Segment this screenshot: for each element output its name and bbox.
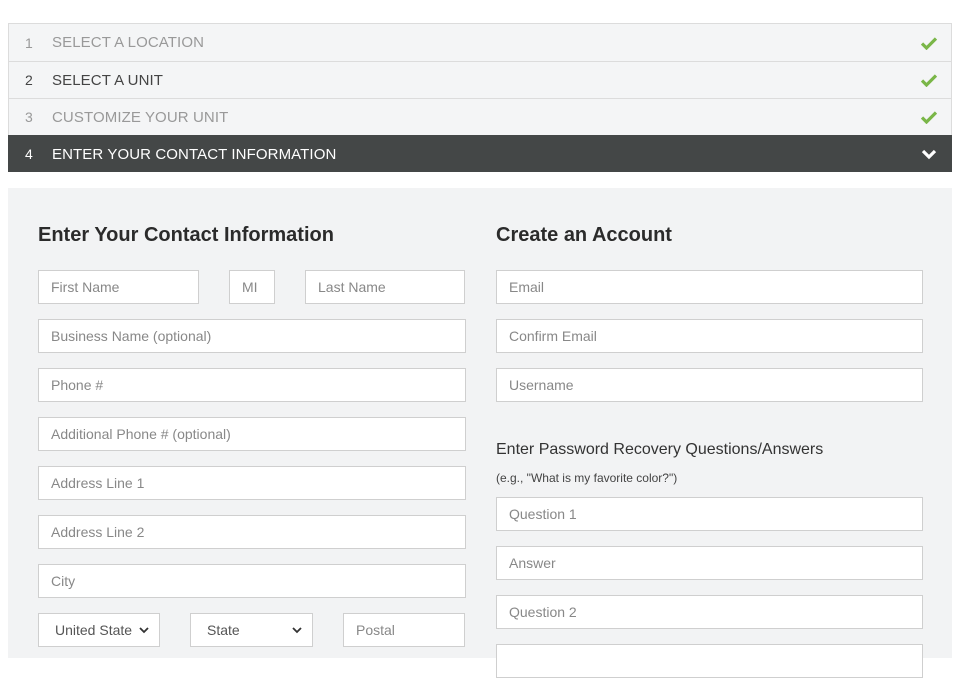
state-select-value: State [207,622,240,638]
chevron-down-icon [139,626,149,633]
confirm-email-input[interactable]: Confirm Email [496,319,923,353]
address-line-1-input[interactable]: Address Line 1 [38,466,466,500]
step-label: SELECT A LOCATION [52,34,205,51]
contact-form-panel: Enter Your Contact Information First Nam… [8,188,952,678]
question-1-input[interactable]: Question 1 [496,497,923,531]
step-label: SELECT A UNIT [52,71,164,89]
first-name-input[interactable]: First Name [38,270,199,304]
chevron-down-icon [292,626,302,633]
chevron-down-icon [921,149,937,160]
last-name-input[interactable]: Last Name [305,270,465,304]
step-select-location[interactable]: 1 SELECT A LOCATION [8,23,952,61]
check-icon [921,111,937,124]
city-input[interactable]: City [38,564,466,598]
additional-phone-input[interactable]: Additional Phone # (optional) [38,417,466,451]
question-2-input[interactable]: Question 2 [496,595,923,629]
business-name-input[interactable]: Business Name (optional) [38,319,466,353]
country-select-value: United State [55,622,133,638]
step-select-unit[interactable]: 2 SELECT A UNIT [8,61,952,98]
country-select[interactable]: United State [38,613,160,647]
step-label: ENTER YOUR CONTACT INFORMATION [52,145,337,163]
middle-initial-input[interactable]: MI [229,270,275,304]
check-icon [921,36,937,50]
step-label: CUSTOMIZE YOUR UNIT [52,108,229,126]
answer-2-input[interactable] [496,644,923,678]
contact-section-title: Enter Your Contact Information [38,224,334,246]
step-number: 2 [25,72,33,88]
email-input[interactable]: Email [496,270,923,304]
answer-1-input[interactable]: Answer [496,546,923,580]
address-line-2-input[interactable]: Address Line 2 [38,515,466,549]
step-number: 3 [25,109,33,125]
step-contact-information[interactable]: 4 ENTER YOUR CONTACT INFORMATION [8,135,952,172]
account-section-title: Create an Account [496,224,672,246]
recovery-hint: (e.g., "What is my favorite color?") [496,471,678,485]
phone-input[interactable]: Phone # [38,368,466,402]
step-number: 1 [25,34,33,51]
step-number: 4 [25,146,33,162]
username-input[interactable]: Username [496,368,923,402]
state-select[interactable]: State [190,613,313,647]
postal-input[interactable]: Postal [343,613,465,647]
check-icon [921,74,937,87]
recovery-section-title: Enter Password Recovery Questions/Answer… [496,441,824,458]
checkout-steps: 1 SELECT A LOCATION 2 SELECT A UNIT 3 CU… [8,23,952,172]
step-customize-unit[interactable]: 3 CUSTOMIZE YOUR UNIT [8,98,952,135]
